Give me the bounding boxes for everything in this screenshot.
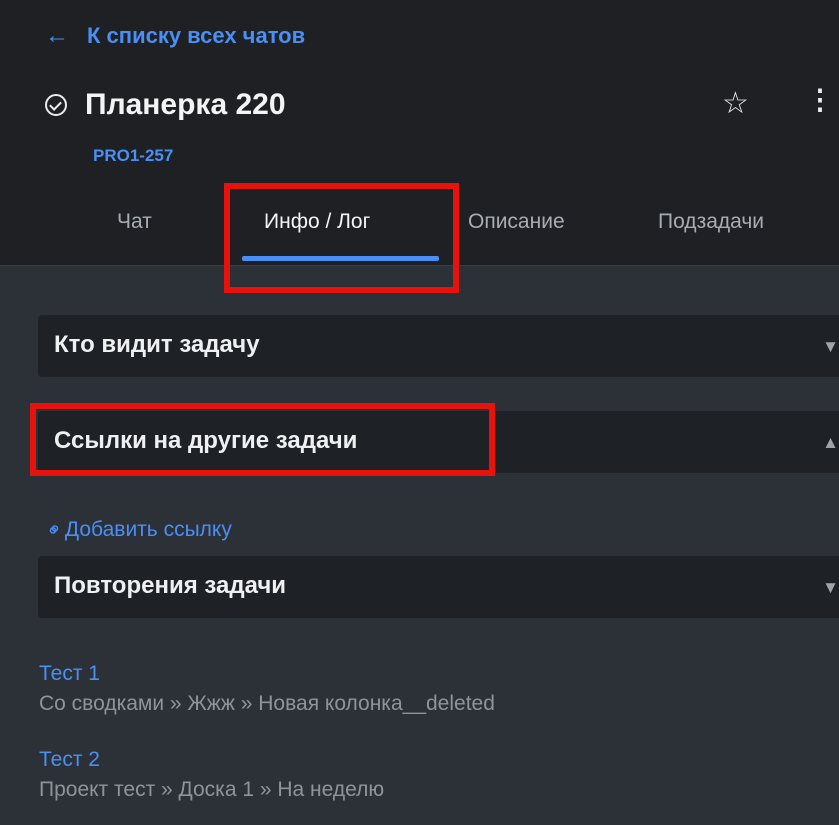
repeats-section-header[interactable]: Повторения задачи ▼	[38, 556, 839, 618]
back-link-label: К списку всех чатов	[87, 23, 306, 48]
section-title: Повторения задачи	[54, 572, 287, 599]
arrow-left-icon: ←	[45, 22, 69, 49]
repeat-item-path: Со сводками » Жжж » Новая колонка__delet…	[39, 692, 495, 715]
star-icon[interactable]: ☆	[722, 86, 749, 121]
list-item: Тест 2 Проект тест » Доска 1 » На неделю	[39, 748, 384, 802]
more-vertical-icon[interactable]: ⋮	[806, 86, 834, 114]
page-title: Планерка 220	[85, 88, 286, 121]
add-link-button[interactable]: ⚭ Добавить ссылку	[42, 517, 232, 543]
tab-subtasks[interactable]: Подзадачи	[658, 210, 764, 234]
repeat-item-path: Проект тест » Доска 1 » На неделю	[39, 778, 385, 801]
back-to-chats-link[interactable]: ← К списку всех чатов	[45, 22, 305, 50]
tab-highlight-frame	[224, 183, 459, 293]
list-item: Тест 1 Со сводками » Жжж » Новая колонка…	[39, 662, 495, 716]
task-id-link[interactable]: PRO1-257	[93, 146, 173, 166]
caret-down-icon: ▼	[822, 337, 839, 356]
tab-description[interactable]: Описание	[468, 210, 565, 234]
title-row: Планерка 220	[45, 88, 286, 122]
repeat-item-title[interactable]: Тест 2	[39, 748, 384, 772]
repeat-item-title[interactable]: Тест 1	[39, 662, 495, 686]
visibility-section-header[interactable]: Кто видит задачу ▼	[38, 315, 839, 377]
section-title: Кто видит задачу	[54, 331, 260, 358]
links-highlight-frame	[30, 403, 495, 476]
add-link-label: Добавить ссылку	[64, 518, 232, 541]
check-circle-icon[interactable]	[45, 94, 67, 116]
caret-up-icon: ▲	[822, 433, 839, 452]
tab-chat[interactable]: Чат	[117, 210, 152, 234]
caret-down-icon: ▼	[822, 578, 839, 597]
